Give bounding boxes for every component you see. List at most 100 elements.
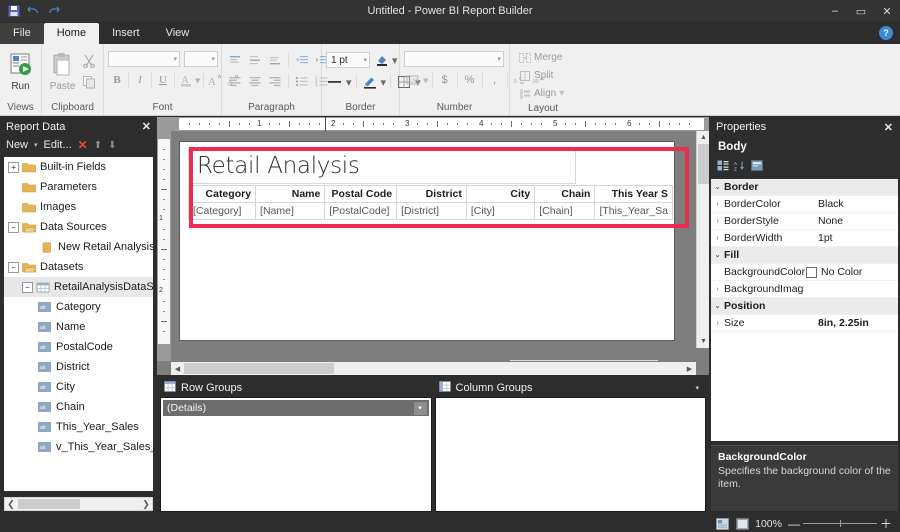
close-icon[interactable]: ✕: [142, 120, 151, 133]
split-button[interactable]: Split: [514, 67, 557, 84]
chevron-down-icon[interactable]: ▾: [414, 402, 427, 415]
maximize-button[interactable]: ▭: [848, 0, 874, 22]
align-top-icon[interactable]: [226, 51, 244, 69]
zoom-track[interactable]: [803, 523, 877, 524]
property-row-bordercolor[interactable]: › BorderColor Black: [711, 196, 898, 213]
border-color-icon[interactable]: [373, 51, 391, 69]
property-value[interactable]: 1pt: [818, 232, 898, 244]
tab-view[interactable]: View: [153, 23, 203, 44]
horizontal-ruler[interactable]: 1 2 3 4 5: [157, 117, 709, 131]
help-icon[interactable]: ?: [879, 26, 893, 40]
grow-font-icon[interactable]: A: [206, 71, 224, 89]
undo-icon[interactable]: [27, 5, 40, 18]
property-row-backgroundcolor[interactable]: BackgroundColor No Color: [711, 264, 898, 281]
bold-button[interactable]: B: [108, 71, 126, 89]
tree-item-name[interactable]: ab Name: [4, 317, 153, 337]
report-canvas[interactable]: Retail Analysis Category Name Postal Cod…: [171, 131, 695, 361]
expander-icon[interactable]: +: [8, 162, 19, 173]
tree-item-city[interactable]: ab City: [4, 377, 153, 397]
property-pages-icon[interactable]: [750, 160, 763, 172]
new-button[interactable]: New: [6, 139, 28, 151]
align-bottom-icon[interactable]: [266, 51, 284, 69]
tree-item-this-year-sales[interactable]: ab This_Year_Sales: [4, 417, 153, 437]
tablix-data-cell[interactable]: [This_Year_Sa: [595, 203, 673, 220]
expander-icon[interactable]: ›: [711, 320, 724, 327]
expander-icon[interactable]: ⌄: [711, 183, 724, 191]
property-row-borderwidth[interactable]: › BorderWidth 1pt: [711, 230, 898, 247]
property-row-size[interactable]: › Size 8in, 2.25in: [711, 315, 898, 332]
font-name-combo[interactable]: ▾: [108, 51, 180, 67]
comma-icon[interactable]: ,: [486, 71, 504, 89]
run-button[interactable]: Run: [4, 48, 37, 92]
scrollbar-thumb[interactable]: [18, 499, 80, 509]
tree-item-images[interactable]: Images: [4, 197, 153, 217]
tablix-data-cell[interactable]: [Chain]: [535, 203, 595, 220]
move-down-icon[interactable]: ⬇: [108, 140, 116, 151]
scroll-left-icon[interactable]: ◀: [171, 362, 184, 375]
property-value[interactable]: Black: [818, 198, 898, 210]
tablix-header-cell[interactable]: City: [466, 186, 534, 203]
align-middle-icon[interactable]: [246, 51, 264, 69]
design-view-icon[interactable]: [715, 517, 729, 530]
tablix-header-cell[interactable]: Postal Code: [325, 186, 397, 203]
expander-icon[interactable]: −: [8, 222, 19, 233]
categorized-icon[interactable]: [716, 160, 729, 172]
tree-item-datasets[interactable]: − Datasets: [4, 257, 153, 277]
tree-item-parameters[interactable]: Parameters: [4, 177, 153, 197]
tablix-header-cell[interactable]: Chain: [535, 186, 595, 203]
execution-time-textbox[interactable]: [&ExecutionTime]: [510, 360, 658, 361]
tablix-header-cell[interactable]: Name: [256, 186, 325, 203]
vertical-ruler[interactable]: 1 2: [157, 131, 171, 361]
scrollbar-thumb[interactable]: [698, 144, 709, 184]
scroll-right-icon[interactable]: ▶: [683, 362, 696, 375]
tree-item-new-retail-analysis-workspace[interactable]: New Retail Analysis Workspa: [4, 237, 153, 257]
zoom-slider[interactable]: — ＋: [788, 518, 892, 530]
tablix-header-cell[interactable]: This Year S: [595, 186, 673, 203]
expander-icon[interactable]: ⌄: [711, 251, 724, 259]
expander-icon[interactable]: ›: [711, 286, 724, 293]
tree-item-district[interactable]: ab District: [4, 357, 153, 377]
tree-item-built-in-fields[interactable]: + Built-in Fields: [4, 157, 153, 177]
merge-button[interactable]: Merge: [514, 49, 566, 66]
tablix-data-cell[interactable]: [City]: [466, 203, 534, 220]
property-value[interactable]: None: [818, 215, 898, 227]
tablix-data-cell[interactable]: [District]: [397, 203, 467, 220]
chevron-down-icon[interactable]: ▾: [695, 384, 702, 392]
tablix-detail-row[interactable]: [Category] [Name] [PostalCode] [District…: [189, 203, 673, 220]
pencil-border-icon[interactable]: [361, 73, 379, 91]
property-category-position[interactable]: ⌄ Position: [711, 298, 898, 315]
property-row-borderstyle[interactable]: › BorderStyle None: [711, 213, 898, 230]
move-up-icon[interactable]: ⬆: [94, 140, 102, 151]
scroll-left-icon[interactable]: ❮: [5, 499, 17, 510]
tablix-data-cell[interactable]: [PostalCode]: [325, 203, 397, 220]
report-data-hscrollbar[interactable]: ❮ ❯: [4, 497, 153, 511]
expander-icon[interactable]: ›: [711, 218, 724, 225]
font-size-combo[interactable]: ▾: [184, 51, 218, 67]
edit-button[interactable]: Edit...: [44, 139, 72, 151]
expander-icon[interactable]: ›: [711, 235, 724, 242]
report-page[interactable]: Retail Analysis Category Name Postal Cod…: [179, 141, 675, 341]
tablix-header-cell[interactable]: District: [397, 186, 467, 203]
tree-item-data-sources[interactable]: − Data Sources: [4, 217, 153, 237]
properties-grid[interactable]: ⌄ Border › BorderColor Black › BorderSty…: [711, 179, 898, 441]
number-format-combo[interactable]: ▾: [404, 51, 504, 67]
tree-item-postalcode[interactable]: ab PostalCode: [4, 337, 153, 357]
report-tablix[interactable]: Category Name Postal Code District City …: [188, 185, 673, 220]
underline-button[interactable]: U: [154, 71, 172, 89]
scrollbar-thumb[interactable]: [184, 363, 334, 374]
tab-home[interactable]: Home: [44, 23, 99, 44]
property-category-border[interactable]: ⌄ Border: [711, 179, 898, 196]
italic-button[interactable]: I: [131, 71, 149, 89]
zoom-in-button[interactable]: ＋: [880, 518, 892, 530]
decrease-indent-icon[interactable]: [293, 51, 311, 69]
tree-item-retailanalysisdataset[interactable]: − RetailAnalysisDataSet: [4, 277, 153, 297]
close-button[interactable]: ✕: [874, 0, 900, 22]
scroll-right-icon[interactable]: ❯: [140, 499, 152, 510]
align-center-icon[interactable]: [246, 72, 264, 90]
chevron-down-icon[interactable]: ▾: [34, 141, 38, 149]
tree-item-v-this-year-sales-goal[interactable]: ab v_This_Year_Sales_Goal: [4, 437, 153, 457]
row-group-item-details[interactable]: (Details) ▾: [163, 400, 429, 416]
tablix-data-cell[interactable]: [Name]: [256, 203, 325, 220]
tree-item-category[interactable]: ab Category: [4, 297, 153, 317]
row-groups-list[interactable]: (Details) ▾: [160, 397, 432, 512]
